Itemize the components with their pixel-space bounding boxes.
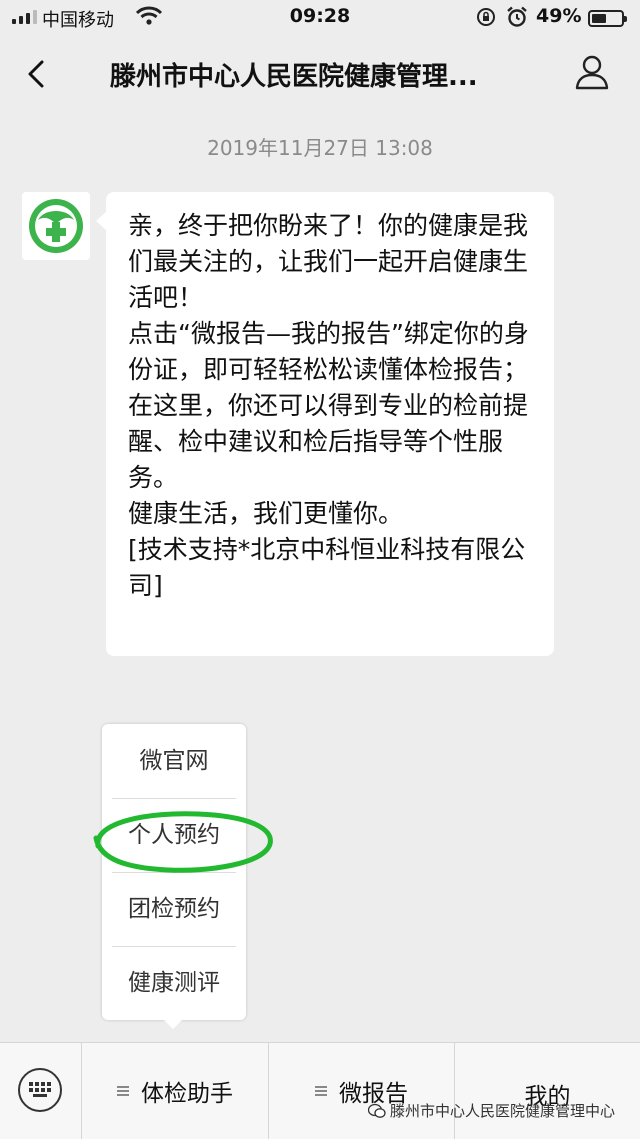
wechat-icon: [368, 1103, 386, 1118]
menu-lines-icon: [315, 1085, 327, 1097]
battery-percent: 49%: [536, 5, 582, 27]
battery-level: [592, 14, 606, 23]
message-bubble: 亲，终于把你盼来了！你的健康是我们最关注的，让我们一起开启健康生活吧！ 点击“微…: [96, 192, 554, 656]
menu-item-health-assessment[interactable]: 健康测评: [102, 946, 246, 1020]
message-text: 亲，终于把你盼来了！你的健康是我们最关注的，让我们一起开启健康生活吧！: [128, 211, 529, 312]
chevron-left-icon[interactable]: [20, 56, 56, 92]
watermark: 滕州市中心人民医院健康管理中心: [368, 1100, 615, 1121]
bottom-menu-bar: 体检助手 微报告 我的: [0, 1042, 640, 1139]
message-text: 在这里，你还可以得到专业的检前提醒、检中建议和检后指导等个性服务。: [128, 391, 529, 492]
highlight-circle-annotation: [93, 811, 273, 873]
keyboard-toggle-button[interactable]: [0, 1043, 82, 1139]
message-text: 点击“微报告—我的报告”绑定你的身份证，即可轻轻松松读懂体检报告；: [128, 319, 529, 384]
message-text: 健康生活，我们更懂你。: [128, 499, 404, 528]
message-text: [技术支持*北京中科恒业科技有限公司]: [128, 535, 526, 600]
status-bar: 中国移动 09:28 49%: [0, 0, 640, 34]
alarm-icon: [507, 6, 527, 27]
menu-item-group-booking[interactable]: 团检预约: [102, 872, 246, 946]
menu-item-official-site[interactable]: 微官网: [102, 724, 246, 798]
watermark-text: 滕州市中心人民医院健康管理中心: [390, 1102, 616, 1120]
page-title: 滕州市中心人民医院健康管理...: [110, 62, 478, 92]
keyboard-icon: [18, 1068, 62, 1112]
nav-bar: 滕州市中心人民医院健康管理...: [0, 34, 640, 114]
rotation-lock-icon: [477, 8, 495, 26]
message-timestamp: 2019年11月27日 13:08: [207, 136, 433, 160]
tab-label: 体检助手: [141, 1081, 233, 1107]
hospital-logo-avatar[interactable]: [22, 192, 90, 260]
tab-micro-report[interactable]: 微报告: [268, 1043, 454, 1139]
menu-lines-icon: [117, 1085, 129, 1097]
person-icon[interactable]: [572, 52, 612, 92]
tab-mine[interactable]: 我的: [454, 1043, 640, 1139]
tab-checkup-assistant[interactable]: 体检助手: [82, 1043, 268, 1139]
battery-icon: [588, 10, 627, 27]
